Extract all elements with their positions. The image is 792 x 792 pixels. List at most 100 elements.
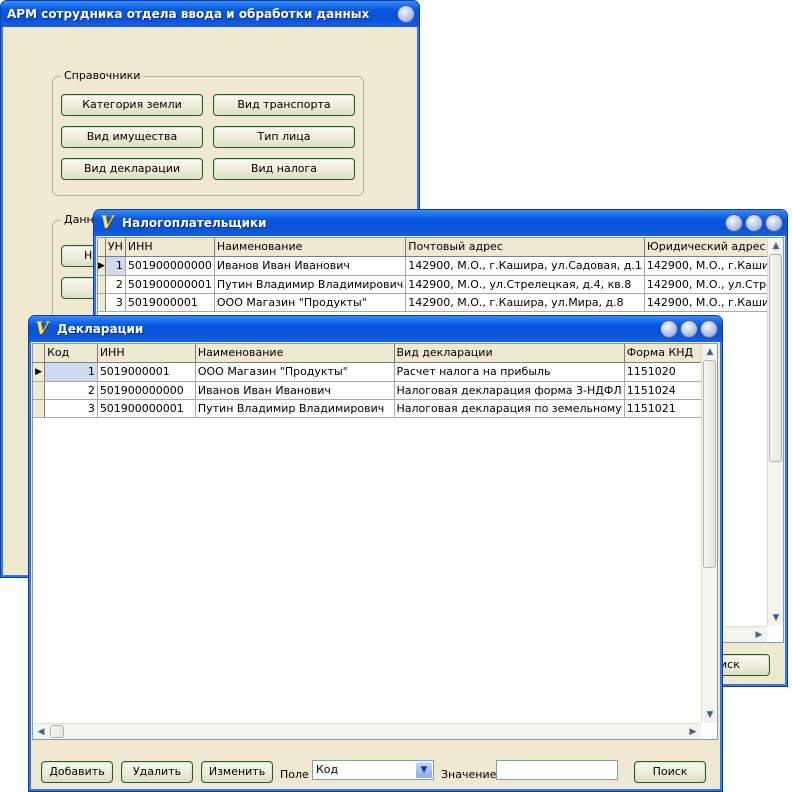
table-cell[interactable]: 2 [105, 275, 126, 294]
scroll-down-icon[interactable]: ▼ [768, 610, 783, 626]
table-row[interactable]: ▶ 1 501900000000 Иванов Иван Иванович 14… [98, 256, 783, 276]
taxpayers-table: УН ИНН Наименование Почтовый адрес Юриди… [98, 238, 783, 312]
table-cell[interactable]: ООО Магазин "Продукты" [195, 362, 395, 382]
maximize-icon[interactable] [745, 214, 763, 232]
scroll-right-icon[interactable]: ▶ [751, 627, 767, 642]
edit-button[interactable]: Изменить [201, 761, 273, 783]
table-row[interactable]: 3 5019000001 ООО Магазин "Продукты" 1429… [98, 293, 783, 312]
table-cell[interactable]: Иванов Иван Иванович [214, 256, 407, 276]
row-indicator[interactable] [33, 381, 46, 400]
table-cell[interactable]: 142900, М.О., ул.Стрелецкая, д.4, кв.8 [405, 275, 645, 294]
table-row[interactable]: 3 501900000001 Путин Владимир Владимиров… [33, 399, 717, 418]
group-references-label: Справочники [61, 69, 144, 82]
row-indicator[interactable] [98, 275, 106, 294]
transport-type-button[interactable]: Вид транспорта [213, 94, 355, 116]
table-cell[interactable]: 3 [105, 293, 126, 312]
table-row[interactable]: 2 501900000001 Путин Владимир Владимиров… [98, 275, 783, 294]
column-header[interactable]: Форма КНД [624, 344, 704, 363]
taxpayers-window-titlebar[interactable]: V Налогоплательщики [94, 210, 787, 236]
table-cell[interactable]: 501900000001 [125, 275, 215, 294]
column-header[interactable]: Наименование [214, 238, 407, 257]
table-cell[interactable]: Иванов Иван Иванович [195, 381, 395, 400]
vertical-scrollbar[interactable]: ▲ ▼ [701, 344, 717, 723]
table-cell[interactable]: ООО Магазин "Продукты" [214, 293, 407, 312]
table-cell[interactable]: 501900000001 [97, 399, 196, 418]
declarations-window-titlebar[interactable]: V Декларации [29, 316, 722, 342]
table-cell[interactable]: Налоговая декларация форма 3-НДФЛ [394, 381, 625, 400]
row-indicator[interactable] [33, 399, 46, 418]
declaration-type-button[interactable]: Вид декларации [61, 158, 203, 180]
current-row-icon: ▶ [35, 366, 43, 377]
column-header[interactable]: ИНН [125, 238, 215, 257]
horizontal-scrollbar[interactable]: ◀ ▶ [33, 723, 701, 739]
group-data-label: Данн [61, 213, 97, 226]
column-header[interactable]: Почтовый адрес [405, 238, 645, 257]
row-indicator[interactable]: ▶ [98, 256, 106, 276]
close-icon[interactable] [765, 214, 783, 232]
declarations-grid[interactable]: Код ИНН Наименование Вид декларации Форм… [32, 343, 718, 740]
table-cell[interactable]: 501900000000 [125, 256, 215, 276]
table-cell[interactable]: 3 [44, 399, 98, 418]
value-input[interactable] [496, 760, 618, 780]
table-cell[interactable]: Путин Владимир Владимирович [195, 399, 395, 418]
delete-button[interactable]: Удалить [121, 761, 193, 783]
land-category-button[interactable]: Категория земли [61, 94, 203, 116]
table-cell[interactable]: Расчет налога на прибыль [394, 362, 625, 382]
close-icon[interactable] [700, 320, 718, 338]
table-header-row: УН ИНН Наименование Почтовый адрес Юриди… [98, 238, 783, 257]
field-select[interactable]: Код ▼ [312, 760, 434, 780]
table-cell[interactable]: 2 [44, 381, 98, 400]
main-window-titlebar[interactable]: АРМ сотрудника отдела ввода и обработки … [1, 1, 419, 27]
chevron-down-icon[interactable]: ▼ [416, 762, 432, 778]
scroll-left-icon[interactable]: ◀ [33, 724, 49, 739]
table-cell[interactable]: 5019000001 [97, 362, 196, 382]
table-row[interactable]: 2 501900000000 Иванов Иван Иванович Нало… [33, 381, 717, 400]
add-button[interactable]: Добавить [41, 761, 113, 783]
table-cell[interactable]: Налоговая декларация по земельному [394, 399, 625, 418]
minimize-icon[interactable] [660, 320, 678, 338]
table-cell[interactable]: 1151021 [624, 399, 704, 418]
row-indicator[interactable] [98, 293, 106, 312]
column-header[interactable]: Юридический адрес [644, 238, 783, 257]
column-header[interactable]: ИНН [97, 344, 196, 363]
table-cell[interactable]: 1151020 [624, 362, 704, 382]
tax-type-button[interactable]: Вид налога [213, 158, 355, 180]
current-row-icon: ▶ [98, 260, 105, 271]
app-icon: V [100, 213, 114, 233]
table-cell[interactable]: 1151024 [624, 381, 704, 400]
table-cell[interactable]: 142900, М.О., г.Кашир [644, 293, 783, 312]
table-cell[interactable]: 1 [44, 362, 98, 382]
property-type-button[interactable]: Вид имущества [61, 126, 203, 148]
search-button[interactable]: Поиск [634, 761, 706, 783]
table-cell[interactable]: 142900, М.О., г.Кашира [644, 256, 783, 276]
minimize-icon[interactable] [725, 214, 743, 232]
scroll-down-icon[interactable]: ▼ [702, 707, 717, 723]
scroll-thumb[interactable] [703, 360, 716, 568]
scroll-right-icon[interactable]: ▶ [685, 724, 701, 739]
table-cell[interactable]: 501900000000 [97, 381, 196, 400]
column-header[interactable]: Наименование [195, 344, 395, 363]
scroll-up-icon[interactable]: ▲ [702, 344, 717, 360]
row-indicator[interactable]: ▶ [33, 362, 46, 382]
table-header-row: Код ИНН Наименование Вид декларации Форм… [33, 344, 717, 363]
table-cell[interactable]: 142900, М.О., г.Кашира, ул.Мира, д.8 [405, 293, 645, 312]
table-cell[interactable]: Путин Владимир Владимирович [214, 275, 407, 294]
scroll-up-icon[interactable]: ▲ [768, 238, 783, 254]
close-icon[interactable] [397, 5, 415, 23]
table-cell[interactable]: 142900, М.О., г.Кашира, ул.Садовая, д.1 [405, 256, 645, 276]
table-row[interactable]: ▶ 1 5019000001 ООО Магазин "Продукты" Ра… [33, 362, 717, 382]
maximize-icon[interactable] [680, 320, 698, 338]
column-header[interactable]: УН [105, 238, 126, 257]
vertical-scrollbar[interactable]: ▲ ▼ [767, 238, 783, 626]
table-cell[interactable]: 142900, М.О., ул.Стре [644, 275, 783, 294]
taxpayers-window-title: Налогоплательщики [122, 216, 267, 230]
table-cell[interactable]: 5019000001 [125, 293, 215, 312]
row-indicator-header [33, 344, 46, 363]
app-icon: V [35, 319, 49, 339]
column-header[interactable]: Код [44, 344, 98, 363]
person-type-button[interactable]: Тип лица [213, 126, 355, 148]
scroll-thumb-horizontal[interactable] [50, 725, 64, 738]
column-header[interactable]: Вид декларации [394, 344, 625, 363]
scroll-thumb[interactable] [769, 254, 782, 462]
table-cell[interactable]: 1 [105, 256, 126, 276]
